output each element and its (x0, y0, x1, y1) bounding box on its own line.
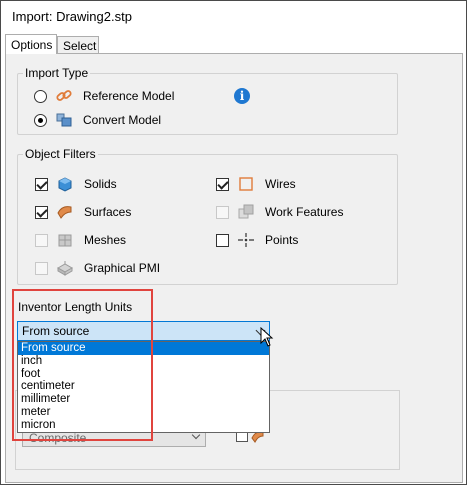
length-units-dropdown: From source inch foot centimeter millime… (17, 341, 270, 433)
reference-model-label: Reference Model (83, 89, 175, 103)
object-filters-title: Object Filters (23, 147, 98, 161)
wires-checkbox[interactable] (216, 177, 229, 191)
filter-meshes: Meshes (35, 231, 126, 249)
filter-points[interactable]: Points (216, 231, 298, 249)
tab-options[interactable]: Options (5, 34, 57, 54)
info-icon[interactable]: i (234, 88, 250, 104)
reference-model-radio[interactable] (34, 89, 47, 103)
length-units-value: From source (22, 324, 90, 338)
points-checkbox[interactable] (216, 233, 229, 247)
work-features-checkbox (216, 205, 229, 219)
import-type-title: Import Type (23, 66, 91, 80)
filter-graphical-pmi: Graphical PMI (35, 259, 160, 277)
meshes-icon (58, 234, 72, 247)
meshes-label: Meshes (84, 233, 127, 247)
tab-select[interactable]: Select (57, 36, 99, 54)
unit-option-centimeter[interactable]: centimeter (18, 380, 269, 393)
points-icon (238, 233, 254, 247)
meshes-checkbox (35, 233, 48, 247)
convert-model-icon (56, 113, 72, 127)
unit-option-micron[interactable]: micron (18, 419, 269, 432)
graphical-pmi-icon (56, 261, 74, 276)
composite-value: Composite (29, 431, 87, 445)
work-features-label: Work Features (265, 205, 344, 219)
unit-option-from-source[interactable]: From source (18, 342, 269, 355)
solids-icon (58, 177, 72, 192)
filter-wires[interactable]: Wires (216, 175, 296, 193)
object-filters-group: Object Filters Solids Surfaces Meshes Gr… (17, 147, 398, 285)
length-units-label: Inventor Length Units (18, 300, 133, 314)
surfaces-label: Surfaces (84, 205, 132, 219)
surfaces-checkbox[interactable] (35, 205, 48, 219)
wires-icon (239, 177, 253, 191)
unit-option-millimeter[interactable]: millimeter (18, 393, 269, 406)
work-features-icon (238, 204, 254, 219)
title-bar: Import: Drawing2.stp (2, 2, 465, 32)
filter-solids[interactable]: Solids (35, 175, 117, 193)
convert-model-option[interactable]: Convert Model (34, 111, 161, 129)
graphical-pmi-label: Graphical PMI (84, 261, 161, 275)
length-units-select[interactable]: From source (17, 321, 270, 341)
mouse-cursor-icon (260, 327, 274, 347)
graphical-pmi-checkbox (35, 261, 48, 275)
link-icon (56, 90, 72, 101)
import-type-group: Import Type Reference Model Convert Mode… (17, 66, 398, 135)
import-dialog: Import: Drawing2.stp Options Select Impo… (0, 0, 467, 485)
convert-model-label: Convert Model (83, 113, 162, 127)
surfaces-icon (57, 206, 72, 219)
solids-label: Solids (84, 177, 117, 191)
wires-label: Wires (265, 177, 296, 191)
unit-option-meter[interactable]: meter (18, 406, 269, 419)
window-title: Import: Drawing2.stp (12, 9, 132, 24)
reference-model-option[interactable]: Reference Model (34, 87, 174, 105)
points-label: Points (265, 233, 299, 247)
filter-surfaces[interactable]: Surfaces (35, 203, 131, 221)
filter-work-features: Work Features (216, 203, 343, 221)
unit-option-inch[interactable]: inch (18, 355, 269, 368)
convert-model-radio[interactable] (34, 113, 47, 127)
solids-checkbox[interactable] (35, 177, 48, 191)
unit-option-foot[interactable]: foot (18, 368, 269, 381)
